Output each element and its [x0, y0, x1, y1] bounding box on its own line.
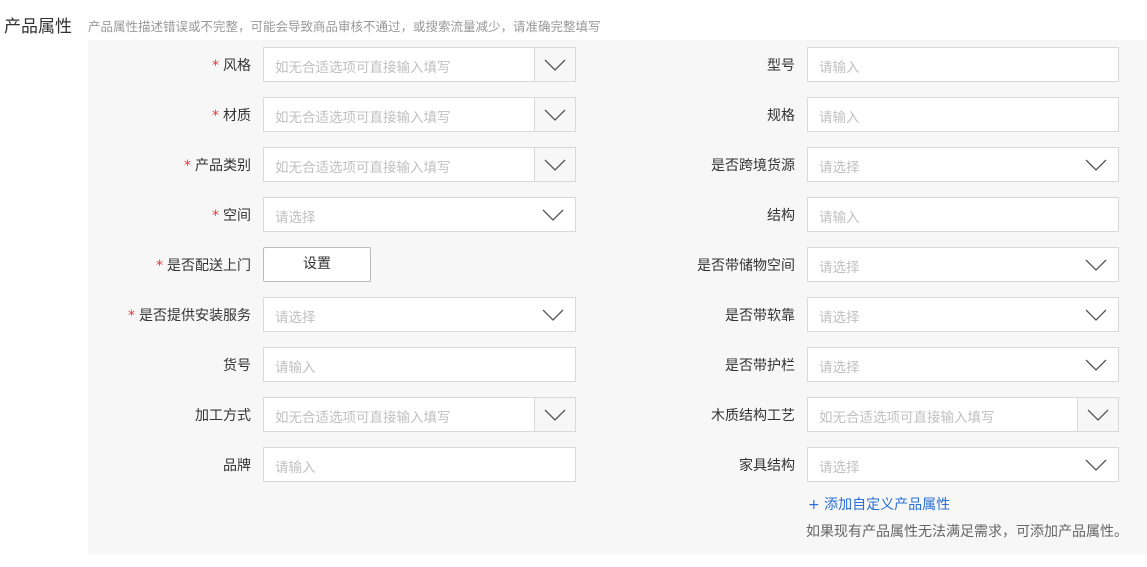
field-label-text: 空间	[223, 208, 251, 224]
chevron-down-icon	[1087, 409, 1109, 421]
chevron-down-icon	[1085, 459, 1107, 471]
field-label-text: 货号	[223, 358, 251, 374]
chevron-down-icon	[544, 109, 566, 121]
required-mark: *	[184, 158, 191, 174]
required-mark: *	[212, 58, 219, 74]
field-label-text: 品牌	[223, 458, 251, 474]
combo-input[interactable]: 如无合适选项可直接输入填写	[263, 147, 576, 182]
chevron-down-icon	[544, 59, 566, 71]
field-label: * 是否配送上门	[156, 255, 251, 275]
field-placeholder: 请选择	[819, 360, 860, 376]
field-placeholder: 请输入	[819, 110, 860, 126]
select-dropdown[interactable]: 请选择	[807, 297, 1119, 332]
field-label-text: 是否带护栏	[725, 358, 795, 374]
required-mark: *	[128, 308, 135, 324]
field-placeholder: 请输入	[275, 360, 316, 376]
dropdown-toggle-button[interactable]	[534, 398, 575, 431]
field-label: 是否带储物空间	[697, 255, 795, 275]
field-label-text: 型号	[767, 58, 795, 74]
chevron-down-icon	[544, 159, 566, 171]
required-mark: *	[212, 208, 219, 224]
field-placeholder: 如无合适选项可直接输入填写	[275, 160, 451, 176]
field-label: 加工方式	[195, 405, 251, 425]
field-placeholder: 请选择	[819, 310, 860, 326]
chevron-down-icon	[1085, 359, 1107, 371]
field-placeholder: 请选择	[275, 310, 316, 326]
field-label: 结构	[767, 205, 795, 225]
select-dropdown[interactable]: 请选择	[263, 197, 576, 232]
field-label: 是否跨境货源	[711, 155, 795, 175]
dropdown-toggle-button[interactable]	[534, 148, 575, 181]
field-label-text: 是否配送上门	[167, 258, 251, 274]
field-placeholder: 请选择	[819, 460, 860, 476]
delivery-settings-button[interactable]: 设置	[263, 247, 371, 282]
field-label: 木质结构工艺	[711, 405, 795, 425]
required-mark: *	[212, 108, 219, 124]
text-input[interactable]: 请输入	[807, 97, 1119, 132]
field-label-text: 是否提供安装服务	[139, 308, 251, 324]
add-custom-attribute-link[interactable]: + 添加自定义产品属性	[808, 494, 950, 514]
dropdown-toggle-button[interactable]	[534, 98, 575, 131]
field-label: * 是否提供安装服务	[128, 305, 251, 325]
field-label-text: 家具结构	[739, 458, 795, 474]
required-mark: *	[156, 258, 163, 274]
field-placeholder: 如无合适选项可直接输入填写	[819, 410, 995, 426]
dropdown-toggle-button[interactable]	[534, 48, 575, 81]
select-dropdown[interactable]: 请选择	[263, 297, 576, 332]
text-input[interactable]: 请输入	[807, 197, 1119, 232]
dropdown-toggle-button[interactable]	[1077, 398, 1118, 431]
field-placeholder: 请选择	[275, 210, 316, 226]
field-label-text: 风格	[223, 58, 251, 74]
text-input[interactable]: 请输入	[263, 347, 576, 382]
field-placeholder: 如无合适选项可直接输入填写	[275, 110, 451, 126]
field-placeholder: 请输入	[819, 60, 860, 76]
field-label-text: 加工方式	[195, 408, 251, 424]
field-label: * 材质	[212, 105, 251, 125]
field-label-text: 是否跨境货源	[711, 158, 795, 174]
combo-input[interactable]: 如无合适选项可直接输入填写	[263, 47, 576, 82]
field-label-text: 材质	[223, 108, 251, 124]
field-placeholder: 请选择	[819, 260, 860, 276]
field-placeholder: 请输入	[819, 210, 860, 226]
field-label: * 空间	[212, 205, 251, 225]
combo-input[interactable]: 如无合适选项可直接输入填写	[263, 97, 576, 132]
chevron-down-icon	[542, 309, 564, 321]
field-label-text: 木质结构工艺	[711, 408, 795, 424]
field-placeholder: 如无合适选项可直接输入填写	[275, 60, 451, 76]
field-label-text: 结构	[767, 208, 795, 224]
field-placeholder: 请输入	[275, 460, 316, 476]
chevron-down-icon	[1085, 309, 1107, 321]
add-custom-attribute-note: 如果现有产品属性无法满足需求，可添加产品属性。	[806, 524, 1128, 540]
text-input[interactable]: 请输入	[807, 47, 1119, 82]
chevron-down-icon	[544, 409, 566, 421]
select-dropdown[interactable]: 请选择	[807, 447, 1119, 482]
field-label: * 风格	[212, 55, 251, 75]
field-label: 是否带软靠	[725, 305, 795, 325]
field-label: 品牌	[223, 455, 251, 475]
chevron-down-icon	[542, 209, 564, 221]
field-label-text: 是否带储物空间	[697, 258, 795, 274]
field-placeholder: 请选择	[819, 160, 860, 176]
chevron-down-icon	[1085, 259, 1107, 271]
field-label: * 产品类别	[184, 155, 251, 175]
field-label: 型号	[767, 55, 795, 75]
field-label-text: 规格	[767, 108, 795, 124]
section-title: 产品属性	[4, 17, 72, 37]
text-input[interactable]: 请输入	[263, 447, 576, 482]
combo-input[interactable]: 如无合适选项可直接输入填写	[807, 397, 1119, 432]
select-dropdown[interactable]: 请选择	[807, 247, 1119, 282]
field-placeholder: 如无合适选项可直接输入填写	[275, 410, 451, 426]
field-label: 是否带护栏	[725, 355, 795, 375]
field-label: 货号	[223, 355, 251, 375]
field-label-text: 是否带软靠	[725, 308, 795, 324]
select-dropdown[interactable]: 请选择	[807, 147, 1119, 182]
field-label-text: 产品类别	[195, 158, 251, 174]
chevron-down-icon	[1085, 159, 1107, 171]
combo-input[interactable]: 如无合适选项可直接输入填写	[263, 397, 576, 432]
field-label: 家具结构	[739, 455, 795, 475]
select-dropdown[interactable]: 请选择	[807, 347, 1119, 382]
section-hint: 产品属性描述错误或不完整，可能会导致商品审核不通过，或搜索流量减少，请准确完整填…	[88, 19, 601, 34]
field-label: 规格	[767, 105, 795, 125]
